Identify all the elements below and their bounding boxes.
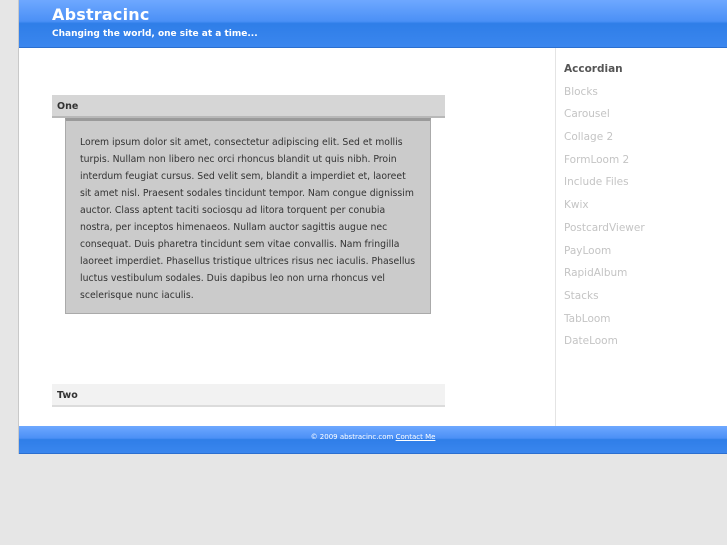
sidebar-item-include-files[interactable]: Include Files (564, 175, 645, 198)
footer-copyright: © 2009 abstracinc.com (310, 433, 394, 441)
sidebar-item-rapidalbum[interactable]: RapidAlbum (564, 266, 645, 289)
accordion-panel-text: Lorem ipsum dolor sit amet, consectetur … (80, 137, 416, 301)
accordion-panel-one: Lorem ipsum dolor sit amet, consectetur … (65, 118, 431, 314)
page-container: Abstracinc Changing the world, one site … (18, 0, 727, 454)
site-footer: © 2009 abstracinc.com Contact Me (19, 426, 727, 454)
sidebar-item-postcardviewer[interactable]: PostcardViewer (564, 221, 645, 244)
sidebar-item-dateloom[interactable]: DateLoom (564, 334, 645, 357)
accordion-header-two[interactable]: Two (52, 384, 445, 407)
site-title[interactable]: Abstracinc (52, 5, 150, 24)
sidebar-nav: Accordian Blocks Carousel Collage 2 Form… (555, 48, 727, 426)
contact-link[interactable]: Contact Me (396, 433, 436, 441)
site-header: Abstracinc Changing the world, one site … (19, 0, 727, 48)
sidebar-item-accordian[interactable]: Accordian (564, 62, 645, 85)
sidebar-item-kwix[interactable]: Kwix (564, 198, 645, 221)
sidebar-item-payloom[interactable]: PayLoom (564, 244, 645, 267)
sidebar-item-carousel[interactable]: Carousel (564, 107, 645, 130)
sidebar-item-formloom-2[interactable]: FormLoom 2 (564, 153, 645, 176)
accordion-header-one[interactable]: One (52, 95, 445, 118)
sidebar-item-blocks[interactable]: Blocks (564, 85, 645, 108)
sidebar-item-stacks[interactable]: Stacks (564, 289, 645, 312)
sidebar-item-collage-2[interactable]: Collage 2 (564, 130, 645, 153)
footer-text: © 2009 abstracinc.com Contact Me (19, 433, 727, 441)
site-tagline: Changing the world, one site at a time..… (52, 29, 258, 39)
sidebar-item-tabloom[interactable]: TabLoom (564, 312, 645, 335)
